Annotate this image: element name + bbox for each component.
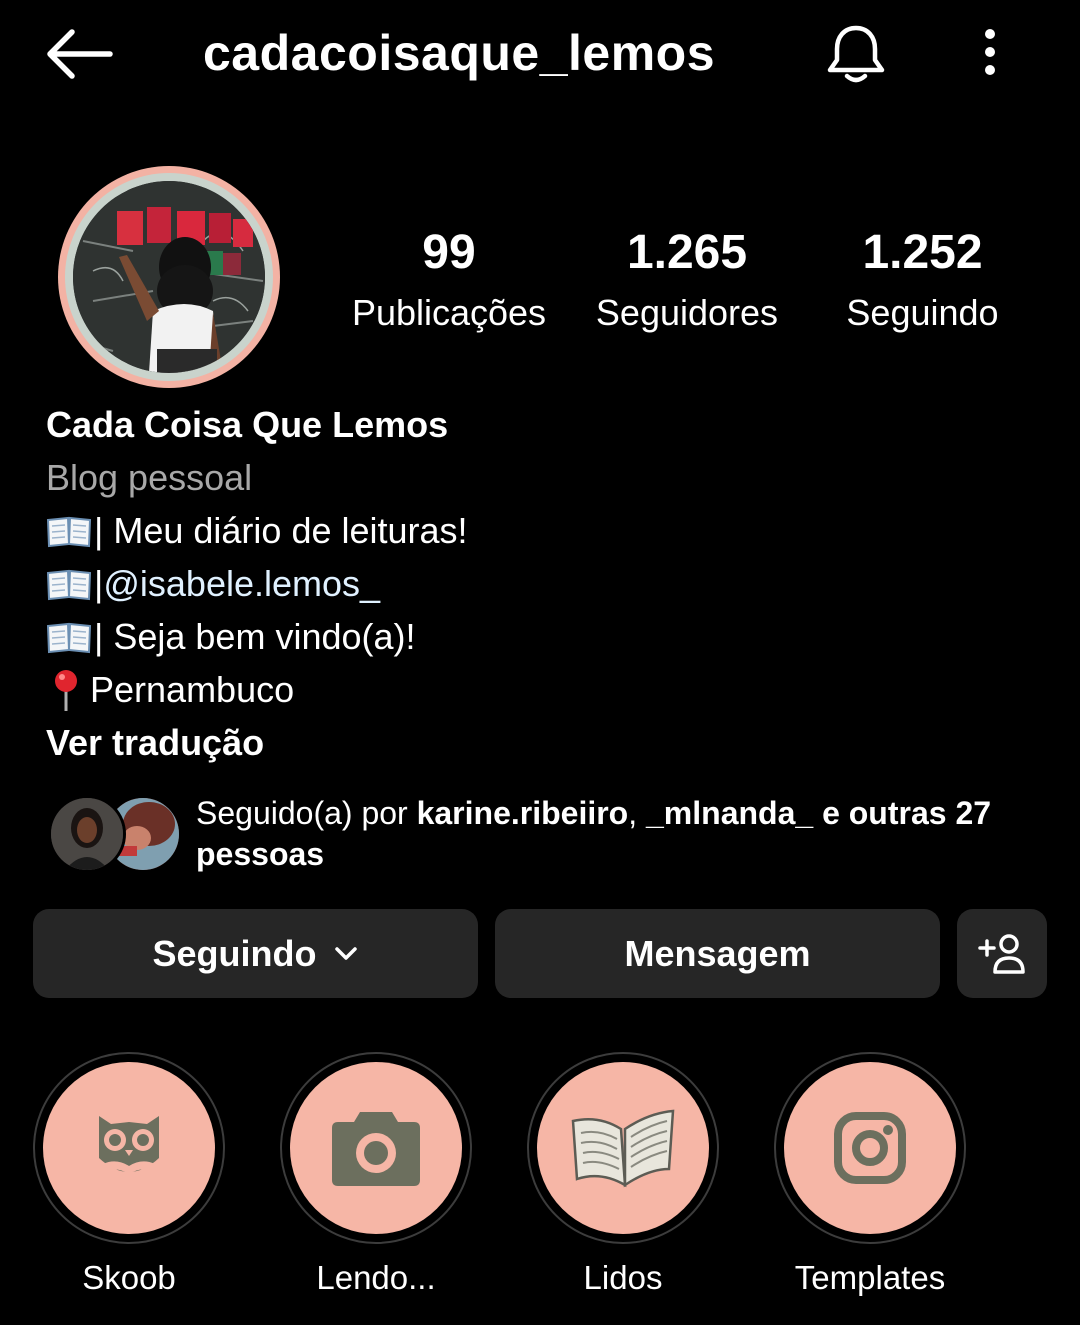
chevron-down-icon — [334, 946, 357, 960]
posts-label: Publicações — [351, 292, 547, 333]
open-book-emoji-icon — [46, 516, 92, 547]
bio-text-welcome: | Seja bem vindo(a)! — [94, 616, 416, 657]
more-vertical-icon[interactable] — [970, 26, 1010, 82]
highlight-templates[interactable]: Templates — [772, 1052, 968, 1298]
highlight-label: Lidos — [583, 1259, 663, 1296]
mutual-follower-2[interactable]: _mlnanda_ — [646, 795, 813, 831]
arrow-left-icon[interactable] — [44, 26, 114, 82]
profile-bio: Cada Coisa Que Lemos Blog pessoal | Meu … — [46, 398, 1046, 769]
following-count: 1.252 — [862, 226, 983, 279]
bell-icon[interactable] — [822, 20, 890, 88]
following-label: Seguindo — [846, 292, 999, 333]
top-bar: cadacoisaque_lemos — [0, 0, 1080, 110]
camera-icon — [332, 1112, 420, 1186]
suggest-people-button[interactable] — [957, 909, 1047, 998]
followed-by-separator: , — [628, 795, 646, 831]
profile-display-name: Cada Coisa Que Lemos — [46, 404, 449, 445]
message-button[interactable]: Mensagem — [495, 909, 940, 998]
following-button[interactable]: Seguindo — [33, 909, 478, 998]
profile-category: Blog pessoal — [46, 457, 253, 498]
location-pin-emoji-icon — [55, 669, 77, 711]
profile-avatar[interactable] — [58, 166, 280, 388]
owl-icon — [99, 1116, 159, 1174]
followed-by[interactable]: Seguido(a) por karine.ribeiiro, _mlnanda… — [46, 793, 1046, 873]
mutual-follower-1[interactable]: karine.ribeiiro — [417, 795, 629, 831]
highlight-label: Lendo... — [316, 1259, 436, 1296]
bio-mention-separator: | — [94, 563, 104, 604]
highlight-label: Templates — [794, 1259, 946, 1296]
highlight-label: Skoob — [82, 1259, 176, 1296]
follower-avatar — [48, 795, 126, 873]
message-button-label: Mensagem — [624, 932, 811, 974]
following-button-label: Seguindo — [152, 932, 317, 974]
avatar-photo — [73, 181, 265, 373]
followers-label: Seguidores — [595, 292, 779, 333]
open-book-emoji-icon — [46, 622, 92, 653]
followers-stat[interactable]: 1.265 Seguidores — [574, 222, 800, 342]
following-stat[interactable]: 1.252 Seguindo — [820, 222, 1025, 342]
profile-username: cadacoisaque_lemos — [203, 25, 716, 81]
bio-line-diary: | Meu diário de leituras! — [46, 504, 1046, 557]
add-person-icon — [978, 933, 1025, 974]
instagram-icon — [834, 1112, 906, 1184]
bio-line-welcome: | Seja bem vindo(a)! — [46, 610, 1046, 663]
posts-count: 99 — [422, 226, 476, 279]
open-book-icon — [571, 1109, 675, 1188]
posts-stat[interactable]: 99 Publicações — [335, 222, 563, 342]
highlight-lendo[interactable]: Lendo... — [278, 1052, 474, 1298]
highlight-lidos[interactable]: Lidos — [525, 1052, 721, 1298]
followed-by-text: Seguido(a) por karine.ribeiiro, _mlnanda… — [196, 793, 1046, 875]
bio-line-location: Pernambuco — [46, 663, 1046, 716]
bio-line-mention: | @isabele.lemos_ — [46, 557, 1046, 610]
followers-count: 1.265 — [626, 226, 748, 279]
open-book-emoji-icon — [46, 569, 92, 600]
bio-location: Pernambuco — [90, 669, 295, 710]
see-translation-link[interactable]: Ver tradução — [46, 716, 1046, 769]
followed-by-prefix: Seguido(a) por — [196, 795, 417, 831]
bio-text-diary: | Meu diário de leituras! — [94, 510, 468, 551]
highlight-skoob[interactable]: Skoob — [31, 1052, 227, 1298]
bio-mention-link[interactable]: @isabele.lemos_ — [103, 557, 380, 610]
